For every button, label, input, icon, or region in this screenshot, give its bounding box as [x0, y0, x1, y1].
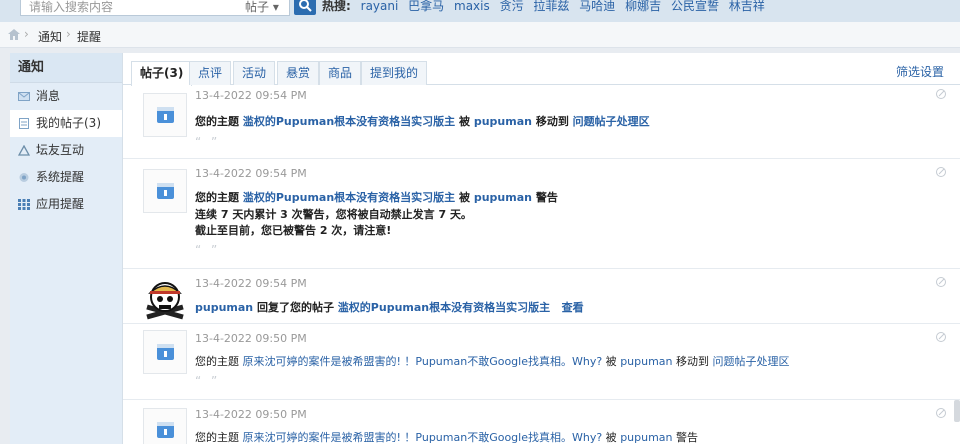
sidebar-item-label: 我的帖子(3) [36, 116, 101, 130]
thread-link[interactable]: 原来沈可婷的案件是被希盟害的! ！Pupuman不敢Google找真相。Why? [243, 355, 603, 368]
quote-marks: “ ” [195, 243, 221, 257]
sidebar-item-label: 消息 [36, 89, 61, 103]
breadcrumb-separator: › [66, 27, 71, 41]
sidebar-item-label: 应用提醒 [36, 197, 85, 211]
notice-icon [143, 408, 187, 444]
breadcrumb-reminder[interactable]: 提醒 [77, 28, 101, 45]
grid-icon [18, 199, 30, 210]
notice-text: 您的主题 原来沈可婷的案件是被希盟害的! ！Pupuman不敢Google找真相… [195, 431, 699, 444]
user-link[interactable]: pupuman [474, 115, 532, 128]
search-box[interactable]: 请输入搜索内容 帖子 ▾ [20, 0, 290, 16]
quote-marks: “ ” [195, 374, 221, 388]
notice-warning-text: 连续 7 天内累计 3 次警告，您将被自动禁止发言 7 天。 [195, 208, 472, 221]
hot-term[interactable]: 马哈迪 [579, 0, 615, 13]
sidebar-item-my-posts[interactable]: 我的帖子(3) [10, 110, 122, 137]
sidebar-title: 通知 [10, 53, 122, 83]
notice-text: 您的主题 滥权的Pupuman根本没有资格当实习版主 被 pupuman 移动到… [195, 115, 650, 128]
notice-text: 您的主题 原来沈可婷的案件是被希盟害的! ！Pupuman不敢Google找真相… [195, 355, 790, 368]
notice-time: 13-4-2022 09:50 PM [195, 332, 307, 345]
sidebar-item-messages[interactable]: 消息 [10, 83, 122, 110]
notice-icon [143, 330, 187, 374]
search-input[interactable]: 请输入搜索内容 [29, 0, 113, 15]
main-panel: 帖子(3) 点评 活动 悬赏 商品 提到我的 筛选设置 13-4-2022 09… [123, 53, 960, 444]
sidebar: 通知 消息 我的帖子(3) 坛友互动 系统提醒 应用提醒 [10, 53, 123, 444]
list-item: 13-4-2022 09:50 PM 您的主题 原来沈可婷的案件是被希盟害的! … [123, 400, 960, 444]
hot-term[interactable]: rayani [361, 0, 399, 13]
forum-link[interactable]: 问题帖子处理区 [573, 115, 650, 128]
tab-activity[interactable]: 活动 [233, 61, 276, 85]
scroll-handle[interactable] [954, 400, 960, 422]
tab-posts[interactable]: 帖子(3) [131, 61, 193, 86]
hot-term[interactable]: maxis [454, 0, 490, 13]
tab-comments[interactable]: 点评 [189, 61, 232, 85]
notice-icon [143, 93, 187, 137]
list-item: 13-4-2022 09:54 PM 您的主题 滥权的Pupuman根本没有资格… [123, 159, 960, 269]
document-icon [19, 118, 29, 129]
delete-icon[interactable] [936, 167, 946, 177]
hot-term[interactable]: 公民宣誓 [671, 0, 719, 13]
notice-time: 13-4-2022 09:54 PM [195, 89, 307, 102]
user-link[interactable]: pupuman [620, 431, 672, 444]
tab-mentions[interactable]: 提到我的 [361, 61, 428, 85]
view-link[interactable]: 查看 [562, 301, 584, 314]
triangle-icon [18, 145, 30, 156]
top-search-bar: 请输入搜索内容 帖子 ▾ 热搜: rayani 巴拿马 maxis 贪污 拉菲兹… [0, 0, 960, 22]
breadcrumb-notice[interactable]: 通知 [38, 28, 62, 45]
search-category-select[interactable]: 帖子 ▾ [245, 0, 279, 15]
filter-settings-link[interactable]: 筛选设置 [896, 63, 944, 80]
user-link[interactable]: pupuman [620, 355, 672, 368]
hot-term[interactable]: 贪污 [500, 0, 524, 13]
notice-time: 13-4-2022 09:50 PM [195, 408, 307, 421]
sidebar-item-label: 坛友互动 [36, 143, 85, 157]
tab-goods[interactable]: 商品 [319, 61, 362, 85]
thread-link[interactable]: 滥权的Pupuman根本没有资格当实习版主 [338, 301, 550, 314]
gear-icon [19, 173, 29, 182]
delete-icon[interactable] [936, 277, 946, 287]
notice-text: 您的主题 滥权的Pupuman根本没有资格当实习版主 被 pupuman 警告 [195, 191, 558, 204]
hot-search-label: 热搜: [322, 0, 351, 13]
hot-search: 热搜: rayani 巴拿马 maxis 贪污 拉菲兹 马哈迪 柳娜吉 公民宣誓… [322, 0, 765, 14]
list-item: 13-4-2022 09:50 PM 您的主题 原来沈可婷的案件是被希盟害的! … [123, 324, 960, 400]
list-item: 13-4-2022 09:54 PM pupuman 回复了您的帖子 滥权的Pu… [123, 269, 960, 324]
avatar[interactable] [143, 277, 187, 321]
breadcrumb: › 通知 › 提醒 [0, 22, 960, 48]
tab-reward[interactable]: 悬赏 [277, 61, 320, 85]
sidebar-item-interaction[interactable]: 坛友互动 [10, 137, 122, 164]
home-icon[interactable] [8, 29, 20, 40]
hot-term[interactable]: 林吉祥 [729, 0, 765, 13]
hot-term[interactable]: 柳娜吉 [625, 0, 661, 13]
notice-time: 13-4-2022 09:54 PM [195, 167, 307, 180]
forum-link[interactable]: 问题帖子处理区 [713, 355, 790, 368]
delete-icon[interactable] [936, 408, 946, 418]
delete-icon[interactable] [936, 332, 946, 342]
breadcrumb-separator: › [24, 27, 29, 41]
envelope-icon [18, 92, 30, 101]
sidebar-item-apps[interactable]: 应用提醒 [10, 191, 122, 218]
hot-term[interactable]: 巴拿马 [408, 0, 444, 13]
user-link[interactable]: pupuman [474, 191, 532, 204]
thread-link[interactable]: 原来沈可婷的案件是被希盟害的! ！Pupuman不敢Google找真相。Why? [243, 431, 603, 444]
quote-marks: “ ” [195, 135, 221, 149]
tab-bar: 帖子(3) 点评 活动 悬赏 商品 提到我的 筛选设置 [123, 53, 960, 86]
sidebar-item-system[interactable]: 系统提醒 [10, 164, 122, 191]
delete-icon[interactable] [936, 89, 946, 99]
notice-text: pupuman 回复了您的帖子 滥权的Pupuman根本没有资格当实习版主 查看 [195, 301, 584, 314]
thread-link[interactable]: 滥权的Pupuman根本没有资格当实习版主 [243, 115, 455, 128]
search-icon [299, 0, 312, 12]
notice-warning-count: 截止至目前，您已被警告 2 次，请注意! [195, 224, 392, 237]
notice-time: 13-4-2022 09:54 PM [195, 277, 307, 290]
hot-term[interactable]: 拉菲兹 [533, 0, 569, 13]
user-link[interactable]: pupuman [195, 301, 253, 314]
thread-link[interactable]: 滥权的Pupuman根本没有资格当实习版主 [243, 191, 455, 204]
search-button[interactable] [294, 0, 316, 15]
list-item: 13-4-2022 09:54 PM 您的主题 滥权的Pupuman根本没有资格… [123, 89, 960, 159]
notice-icon [143, 169, 187, 213]
sidebar-item-label: 系统提醒 [36, 170, 85, 184]
